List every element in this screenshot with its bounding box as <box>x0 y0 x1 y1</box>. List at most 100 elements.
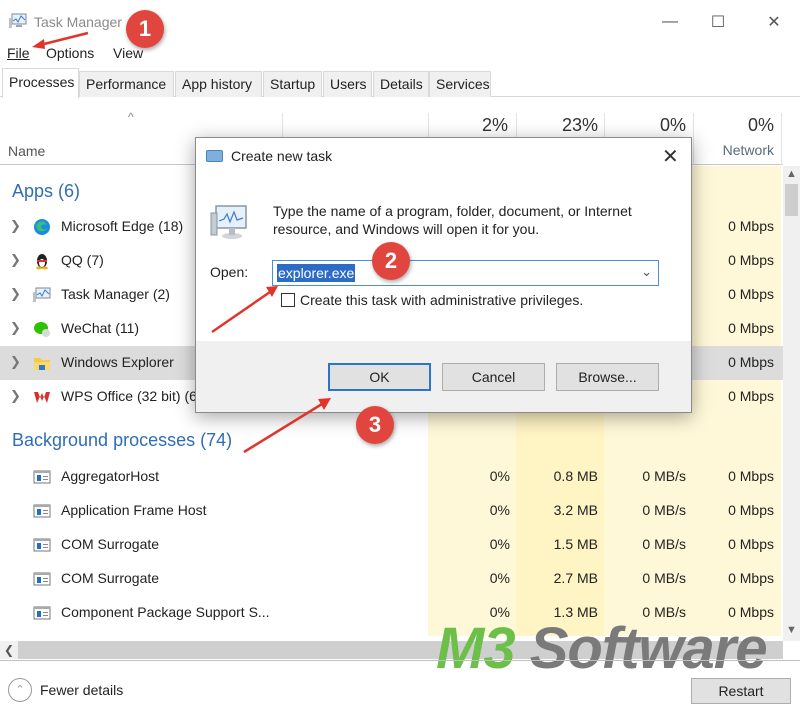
column-disk-percent[interactable]: 0% <box>606 115 686 136</box>
column-divider[interactable] <box>781 113 782 165</box>
browse-button[interactable]: Browse... <box>556 363 659 391</box>
memory-value: 0.8 MB <box>553 468 598 484</box>
process-name: Application Frame Host <box>61 502 207 518</box>
run-icon <box>206 150 223 162</box>
task-manager-icon <box>9 13 27 28</box>
network-value: 0 Mbps <box>728 286 774 302</box>
ok-button[interactable]: OK <box>328 363 431 391</box>
memory-value: 3.2 MB <box>553 502 598 518</box>
window-app-icon <box>33 572 51 586</box>
network-value: 0 Mbps <box>728 570 774 586</box>
window-title: Task Manager <box>34 14 122 30</box>
chevron-up-circle-icon[interactable]: ⌃ <box>8 678 32 702</box>
column-network-percent[interactable]: 0% <box>694 115 774 136</box>
qq-penguin-icon <box>36 254 48 270</box>
tab-bar: Processes Performance App history Startu… <box>0 68 800 98</box>
process-row[interactable]: Application Frame Host 0% 3.2 MB 0 MB/s … <box>0 494 783 528</box>
tab-processes[interactable]: Processes <box>2 68 79 98</box>
disk-value: 0 MB/s <box>642 570 686 586</box>
cancel-button[interactable]: Cancel <box>442 363 545 391</box>
disk-value: 0 MB/s <box>642 502 686 518</box>
menu-view[interactable]: View <box>113 45 143 61</box>
tab-performance[interactable]: Performance <box>79 71 174 97</box>
admin-privileges-checkbox[interactable] <box>281 293 295 307</box>
step-badge-1: 1 <box>126 10 164 48</box>
disk-value: 0 MB/s <box>642 468 686 484</box>
network-value: 0 Mbps <box>728 536 774 552</box>
menu-file[interactable]: File <box>7 45 30 61</box>
menu-bar: File Options View <box>0 42 800 64</box>
expand-chevron-icon[interactable]: ❯ <box>10 320 21 336</box>
window-app-icon <box>33 538 51 552</box>
restart-button[interactable]: Restart <box>691 678 791 704</box>
process-name: Component Package Support S... <box>61 604 270 620</box>
maximize-button[interactable]: ☐ <box>698 8 738 36</box>
open-label: Open: <box>210 264 249 280</box>
dialog-close-icon[interactable]: ✕ <box>662 144 679 169</box>
scrollbar-thumb[interactable] <box>785 184 798 216</box>
window-app-icon <box>33 606 51 620</box>
network-value: 0 Mbps <box>728 218 774 234</box>
column-cpu-percent[interactable]: 2% <box>428 115 508 136</box>
process-row[interactable]: COM Surrogate 0% 2.7 MB 0 MB/s 0 Mbps <box>0 562 783 596</box>
process-name: AggregatorHost <box>61 468 160 484</box>
dialog-description: Type the name of a program, folder, docu… <box>273 203 632 237</box>
network-value: 0 Mbps <box>728 388 774 404</box>
computer-monitor-icon <box>210 205 247 239</box>
admin-privileges-label[interactable]: Create this task with administrative pri… <box>300 292 583 308</box>
scroll-up-icon[interactable]: ▲ <box>783 168 800 180</box>
expand-chevron-icon[interactable]: ❯ <box>10 388 21 404</box>
vertical-scrollbar[interactable]: ▲ ▼ <box>783 166 800 641</box>
network-value: 0 Mbps <box>728 502 774 518</box>
column-network-label[interactable]: Network <box>694 142 774 158</box>
process-name: Task Manager (2) <box>61 286 170 302</box>
process-row[interactable]: AggregatorHost 0% 0.8 MB 0 MB/s 0 Mbps <box>0 460 783 494</box>
cpu-value: 0% <box>489 468 510 484</box>
network-value: 0 Mbps <box>728 354 774 370</box>
create-new-task-dialog: Create new task ✕ Type the name of a pro… <box>195 137 692 413</box>
menu-options[interactable]: Options <box>46 45 94 61</box>
sort-indicator-icon: ^ <box>128 110 134 124</box>
network-value: 0 Mbps <box>728 320 774 336</box>
tab-services[interactable]: Services <box>429 71 491 97</box>
step-badge-3: 3 <box>356 406 394 444</box>
scroll-down-icon[interactable]: ▼ <box>783 624 800 636</box>
tab-users[interactable]: Users <box>323 71 372 97</box>
fewer-details-link[interactable]: Fewer details <box>40 682 123 698</box>
process-name: QQ (7) <box>61 252 104 268</box>
network-value: 0 Mbps <box>728 468 774 484</box>
edge-icon <box>34 219 50 235</box>
group-apps-header[interactable]: Apps (6) <box>12 181 80 202</box>
scroll-left-icon[interactable]: ❮ <box>0 641 18 659</box>
column-memory-percent[interactable]: 23% <box>518 115 598 136</box>
open-input-value[interactable]: explorer.exe <box>277 264 356 282</box>
network-value: 0 Mbps <box>728 252 774 268</box>
expand-chevron-icon[interactable]: ❯ <box>10 218 21 234</box>
step-badge-2: 2 <box>372 242 410 280</box>
tab-app-history[interactable]: App history <box>175 71 262 97</box>
wechat-icon <box>34 322 50 337</box>
expand-chevron-icon[interactable]: ❯ <box>10 354 21 370</box>
disk-value: 0 MB/s <box>642 536 686 552</box>
expand-chevron-icon[interactable]: ❯ <box>10 286 21 302</box>
memory-value: 2.7 MB <box>553 570 598 586</box>
process-row[interactable]: COM Surrogate 0% 1.5 MB 0 MB/s 0 Mbps <box>0 528 783 562</box>
open-combobox[interactable]: explorer.exe ⌄ <box>272 260 659 286</box>
minimize-button[interactable]: — <box>650 8 690 36</box>
process-name: WPS Office (32 bit) (6 <box>61 388 197 404</box>
cpu-value: 0% <box>489 502 510 518</box>
wps-icon <box>34 392 50 403</box>
window-app-icon <box>33 470 51 484</box>
group-background-header[interactable]: Background processes (74) <box>12 430 232 451</box>
close-button[interactable]: ✕ <box>754 8 794 36</box>
dialog-title: Create new task <box>231 148 333 164</box>
cpu-value: 0% <box>489 536 510 552</box>
chevron-down-icon[interactable]: ⌄ <box>641 264 652 280</box>
process-name: COM Surrogate <box>61 570 160 586</box>
process-name: Microsoft Edge (18) <box>61 218 184 234</box>
process-name: Windows Explorer <box>61 354 174 370</box>
expand-chevron-icon[interactable]: ❯ <box>10 252 21 268</box>
tab-details[interactable]: Details <box>373 71 429 97</box>
column-name[interactable]: Name <box>8 143 45 159</box>
tab-startup[interactable]: Startup <box>263 71 322 97</box>
